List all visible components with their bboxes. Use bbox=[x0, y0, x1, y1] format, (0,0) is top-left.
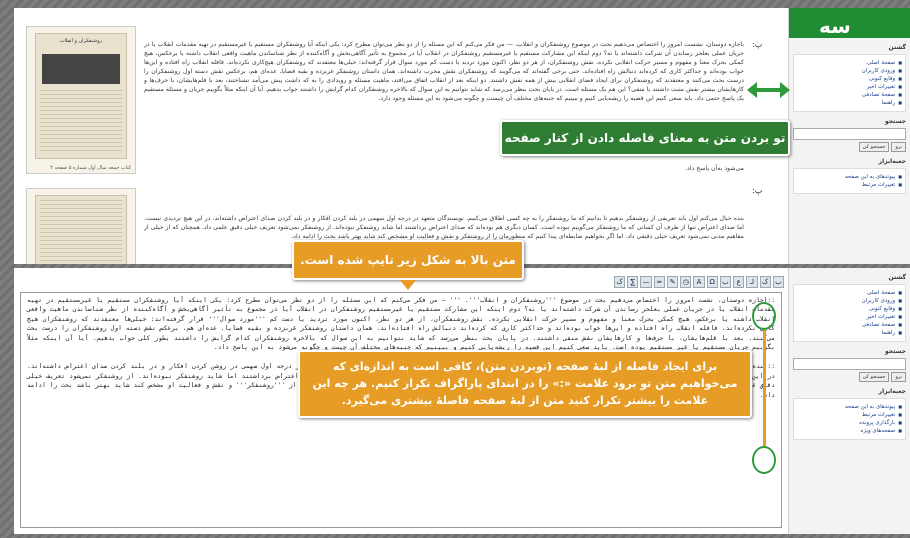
toolbox-menu-2: پیوندهای به این صفحه تغییرات مرتبط بارگذ… bbox=[793, 398, 906, 440]
toolbox-item-links-2[interactable]: پیوندهای به این صفحه bbox=[797, 404, 902, 410]
search-title: جستجو bbox=[885, 118, 906, 125]
article-paragraph-2: بنده خیال می‌کنم اول باید تعریفی از روشن… bbox=[144, 215, 744, 240]
edit-toolbar: ب ک لـ ع ب Ω A ◷ ✎ ═ — ∑ ﮎ bbox=[613, 276, 784, 290]
article-paragraph-1: باجازه دوستان، نشست امروز را اختصاص می‌د… bbox=[144, 41, 744, 102]
nav-item-random[interactable]: صفحهٔ تصادفی bbox=[797, 92, 902, 98]
nav-item-login[interactable]: ورودی کاربران bbox=[797, 68, 902, 74]
internal-link-icon[interactable]: لـ bbox=[746, 276, 758, 288]
template-icon[interactable]: ﮎ bbox=[613, 276, 626, 288]
indent-arrow-left-icon bbox=[747, 82, 757, 98]
special-char-icon[interactable]: Ω bbox=[706, 276, 718, 288]
indent-arrow-right-icon bbox=[780, 82, 790, 98]
callout-typed-below: متن بالا به شکل زیر تایپ شده است. bbox=[292, 240, 524, 280]
signature-icon[interactable]: ✎ bbox=[666, 276, 679, 288]
media-icon[interactable]: ◷ bbox=[680, 276, 692, 288]
nav-item-recent-2[interactable]: تغییرات اخیر bbox=[797, 314, 902, 320]
search-box: برو جستجو کن bbox=[793, 128, 906, 152]
scan-page: روشنفکران و انقلاب bbox=[35, 33, 127, 159]
nav-menu-2: صفحهٔ اصلی ورودی کاربران وقایع کنونی تغی… bbox=[793, 284, 906, 342]
math-icon[interactable]: ∑ bbox=[627, 276, 639, 288]
scanned-page-thumbnail[interactable]: روشنفکران و انقلاب کتاب جمعه سال اول شما… bbox=[26, 26, 136, 174]
heading-icon[interactable]: ب bbox=[719, 276, 732, 288]
callout-pointer-down-icon bbox=[400, 280, 416, 290]
toolbox-title: جعبه‌ابزار bbox=[878, 158, 906, 165]
toolbox-title-2: جعبه‌ابزار bbox=[878, 388, 906, 395]
scanned-page-thumbnail-2[interactable] bbox=[26, 188, 136, 264]
search-input-2[interactable] bbox=[793, 358, 906, 370]
sidebar-top: سه گشتن صفحهٔ اصلی ورودی کاربران وقایع ک… bbox=[788, 8, 910, 264]
callout-indent-meaning: تو بردن متن به معنای فاصله دادن از کنار … bbox=[500, 120, 790, 177]
scan-text-lines bbox=[40, 90, 122, 154]
nav-item-login-2[interactable]: ورودی کاربران bbox=[797, 298, 902, 304]
hr-icon[interactable]: — bbox=[640, 276, 652, 288]
section-marker: :پ bbox=[752, 40, 763, 49]
toolbox-item-upload[interactable]: بارگذاری پرونده bbox=[797, 420, 902, 426]
search-input[interactable] bbox=[793, 128, 906, 140]
toolbox-item-related-2[interactable]: تغییرات مرتبط bbox=[797, 412, 902, 418]
section-marker-2: :پ bbox=[752, 186, 763, 195]
nav-menu: صفحهٔ اصلی ورودی کاربران وقایع کنونی تغی… bbox=[793, 54, 906, 112]
indent-arrow-bar bbox=[754, 88, 782, 92]
nav-item-recent[interactable]: تغییرات اخیر bbox=[797, 84, 902, 90]
toolbox-item-links[interactable]: پیوندهای به این صفحه bbox=[797, 174, 902, 180]
nav-item-random-2[interactable]: صفحهٔ تصادفی bbox=[797, 322, 902, 328]
font-icon[interactable]: A bbox=[693, 276, 705, 288]
bold-icon[interactable]: ب bbox=[772, 276, 784, 288]
search-title-2: جستجو bbox=[885, 348, 906, 355]
toolbox-menu: پیوندهای به این صفحه تغییرات مرتبط bbox=[793, 168, 906, 194]
nav-title-2: گشتن bbox=[888, 274, 906, 281]
scan-photo bbox=[42, 54, 120, 84]
sidebar-bottom: گشتن صفحهٔ اصلی ورودی کاربران وقایع کنون… bbox=[788, 268, 910, 534]
colon-highlight-circle-1 bbox=[752, 302, 776, 330]
editor-paragraph-1: ::اجازه دوستان، نشست امروز را اختصاص می‌… bbox=[27, 297, 775, 352]
italic-icon[interactable]: ک bbox=[759, 276, 771, 288]
search-go-button-2[interactable]: برو bbox=[891, 372, 906, 382]
nav-title: گشتن bbox=[888, 44, 906, 51]
scan-text-lines-2 bbox=[40, 200, 122, 262]
table-icon[interactable]: ═ bbox=[653, 276, 665, 288]
nav-item-main-2[interactable]: صفحهٔ اصلی bbox=[797, 290, 902, 296]
toolbox-item-related[interactable]: تغییرات مرتبط bbox=[797, 182, 902, 188]
search-box-2: برو جستجو کن bbox=[793, 358, 906, 382]
colon-highlight-circle-2 bbox=[752, 446, 776, 474]
nav-item-events-2[interactable]: وقایع کنونی bbox=[797, 306, 902, 312]
callout-how-to-indent: برای ایجاد فاصله از لبهٔ صفحه (توبردن مت… bbox=[298, 350, 752, 418]
nav-item-help[interactable]: راهنما bbox=[797, 100, 902, 106]
search-button[interactable]: جستجو کن bbox=[858, 142, 890, 152]
nav-item-help-2[interactable]: راهنما bbox=[797, 330, 902, 336]
scan-caption: کتاب جمعه سال اول شماره ۵ صفحه ۲ bbox=[50, 165, 131, 171]
nav-item-main[interactable]: صفحهٔ اصلی bbox=[797, 60, 902, 66]
scan-title: روشنفکران و انقلاب bbox=[59, 38, 103, 44]
scan-page-2 bbox=[35, 195, 127, 264]
connector-line bbox=[763, 330, 766, 446]
site-logo[interactable]: سه bbox=[789, 8, 910, 38]
search-go-button[interactable]: برو bbox=[891, 142, 906, 152]
toolbox-item-special[interactable]: صفحه‌های ویژه bbox=[797, 428, 902, 434]
search-button-2[interactable]: جستجو کن bbox=[858, 372, 890, 382]
nav-item-events[interactable]: وقایع کنونی bbox=[797, 76, 902, 82]
external-link-icon[interactable]: ع bbox=[733, 276, 745, 288]
